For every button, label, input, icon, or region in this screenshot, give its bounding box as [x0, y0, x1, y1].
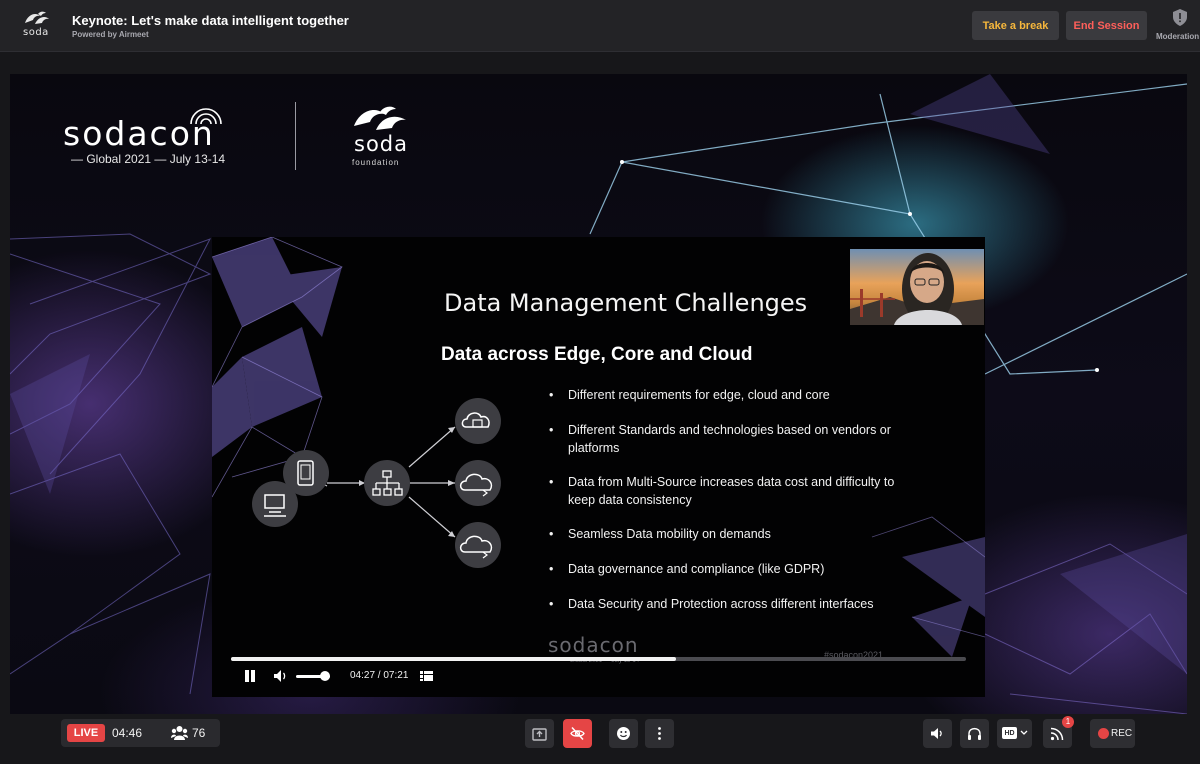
dolphin-icon [354, 106, 406, 130]
presenter-video [850, 249, 984, 325]
slide-bullet: Data Security and Protection across diff… [547, 596, 917, 614]
secure-cloud-node [455, 398, 501, 444]
speaker-icon [931, 728, 942, 739]
slide-bullet: Data governance and compliance (like GDP… [547, 561, 917, 579]
moderation-label: Moderation [1156, 32, 1200, 41]
end-session-button[interactable]: End Session [1066, 11, 1147, 40]
camera-off-icon [570, 726, 585, 741]
live-elapsed-time: 04:46 [112, 726, 143, 740]
presenter-webcam [850, 249, 984, 325]
seek-bar-progress [231, 657, 676, 661]
slide-bullet: Seamless Data mobility on demands [547, 526, 917, 544]
share-screen-button[interactable] [525, 719, 554, 748]
chevron-down-icon [1020, 730, 1028, 735]
headphones-icon [968, 727, 981, 740]
soda-foundation-logo: soda foundation [348, 104, 418, 168]
logo-text: soda [23, 27, 49, 38]
sodacon-logo: sodacon — Global 2021 — July 13-14 [63, 104, 253, 170]
more-vertical-icon [658, 727, 661, 740]
slide-footer-logo: sodacon [548, 633, 639, 657]
slide-bullet: Data from Multi-Source increases data co… [547, 474, 917, 509]
volume-slider-handle[interactable] [319, 671, 330, 681]
quality-selector[interactable]: HD [997, 719, 1032, 748]
slide-subtitle: Data across Edge, Core and Cloud [441, 344, 753, 365]
foundation-name: soda [354, 132, 408, 156]
foundation-sub: foundation [352, 158, 400, 167]
camera-off-button[interactable] [563, 719, 592, 748]
attendees-icon [171, 726, 188, 740]
seek-bar[interactable] [231, 657, 966, 661]
moderation-button[interactable]: Moderation [1156, 9, 1200, 43]
playback-time: 04:27 / 07:21 [350, 670, 409, 681]
logo-divider [295, 102, 296, 170]
record-icon [1098, 728, 1109, 739]
live-status: LIVE 04:46 76 [61, 719, 220, 747]
slide-bullet: Different Standards and technologies bas… [547, 422, 917, 457]
reactions-button[interactable] [609, 719, 638, 748]
powered-by: Powered by Airmeet [72, 30, 149, 39]
record-label: REC [1111, 728, 1133, 739]
dolphin-icon [25, 11, 49, 24]
more-options-button[interactable] [645, 719, 674, 748]
edge-core-cloud-diagram [252, 398, 501, 568]
video-player[interactable]: Data Management Challenges Data across E… [212, 237, 985, 697]
pause-button[interactable] [243, 669, 257, 683]
event-tagline: — Global 2021 — July 13-14 [71, 152, 226, 166]
take-break-button[interactable]: Take a break [972, 11, 1059, 40]
volume-icon[interactable] [273, 669, 289, 683]
chapters-icon[interactable] [420, 670, 433, 682]
emoji-icon [617, 727, 630, 740]
hd-badge: HD [1002, 727, 1017, 739]
speaker-button[interactable] [923, 719, 952, 748]
event-logo-text: sodacon [63, 114, 215, 153]
rss-icon [1050, 727, 1064, 741]
upload-icon [532, 728, 547, 741]
live-badge: LIVE [67, 724, 105, 742]
session-title: Keynote: Let's make data intelligent tog… [72, 13, 349, 28]
slide-bullet: Different requirements for edge, cloud a… [547, 387, 917, 405]
notification-badge: 1 [1062, 716, 1074, 728]
audio-settings-button[interactable] [960, 719, 989, 748]
record-button[interactable]: REC [1090, 719, 1135, 748]
desktop-node [252, 481, 298, 527]
shield-icon [1173, 9, 1187, 26]
attendee-count: 76 [192, 726, 206, 740]
pause-icon [245, 670, 249, 682]
feed-button[interactable]: 1 [1043, 716, 1074, 748]
top-bar: soda Keynote: Let's make data intelligen… [0, 0, 1200, 52]
slide-title: Data Management Challenges [444, 289, 808, 317]
soda-logo: soda [22, 10, 54, 42]
